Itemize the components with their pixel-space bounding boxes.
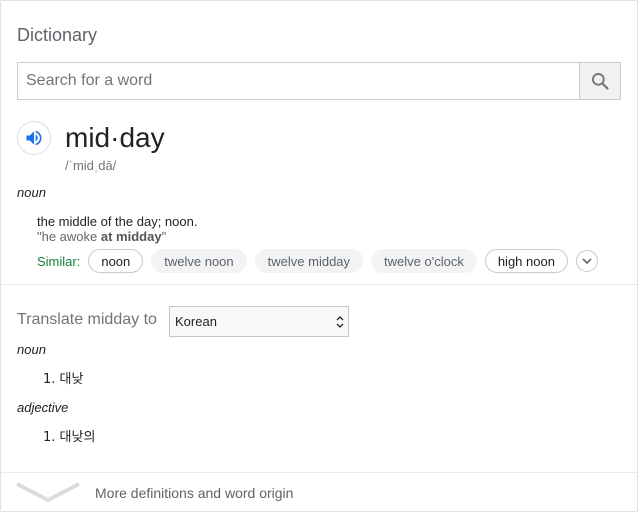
translation-pos-noun: noun [17, 342, 46, 357]
chevron-down-icon [16, 482, 80, 503]
speaker-icon [26, 130, 42, 146]
part-of-speech: noun [17, 185, 46, 200]
search-button[interactable] [579, 63, 620, 99]
example-sentence: "he awoke at midday" [37, 229, 166, 244]
similar-chip-twelve-noon[interactable]: twelve noon [151, 249, 247, 273]
search-input[interactable] [18, 63, 579, 99]
dictionary-card: Dictionary mid·day /ˈmidˌdā/ noun the mi… [0, 0, 638, 512]
headword: mid·day [65, 122, 165, 153]
similar-chip-twelve-midday[interactable]: twelve midday [254, 249, 364, 273]
translation-pos-adjective: adjective [17, 400, 69, 415]
search-box [17, 62, 621, 100]
section-divider [1, 284, 637, 285]
similar-chip-noon[interactable]: noon [88, 249, 144, 273]
expand-similar-button[interactable] [575, 250, 598, 272]
phonetic: /ˈmidˌdā/ [65, 158, 117, 173]
translation-item: 1. 대낮의 [43, 430, 96, 445]
similar-chip-twelve-oclock[interactable]: twelve o'clock [371, 249, 477, 273]
example-bold: at midday [100, 229, 162, 244]
definition: the middle of the day; noon. [37, 214, 198, 229]
example-prefix: "he awoke [37, 229, 101, 244]
similar-chip-high-noon[interactable]: high noon [484, 249, 568, 273]
search-icon [592, 73, 609, 90]
select-arrows-icon [336, 316, 344, 328]
translate-label: Translate midday to [17, 311, 157, 328]
translation-item: 1. 대낮 [43, 372, 84, 387]
language-select-value: Korean [175, 314, 217, 329]
similar-words: Similar: noon twelve noon twelve midday … [37, 249, 598, 273]
pronunciation-button[interactable] [17, 121, 51, 155]
panel-title: Dictionary [17, 25, 98, 45]
language-select[interactable]: Korean [169, 306, 349, 337]
more-definitions-toggle[interactable] [15, 481, 81, 508]
footer-divider [1, 472, 637, 473]
more-definitions-link[interactable]: More definitions and word origin [95, 485, 293, 501]
similar-label: Similar: [37, 253, 81, 269]
chevron-down-icon [582, 258, 592, 265]
example-suffix: " [161, 229, 167, 244]
